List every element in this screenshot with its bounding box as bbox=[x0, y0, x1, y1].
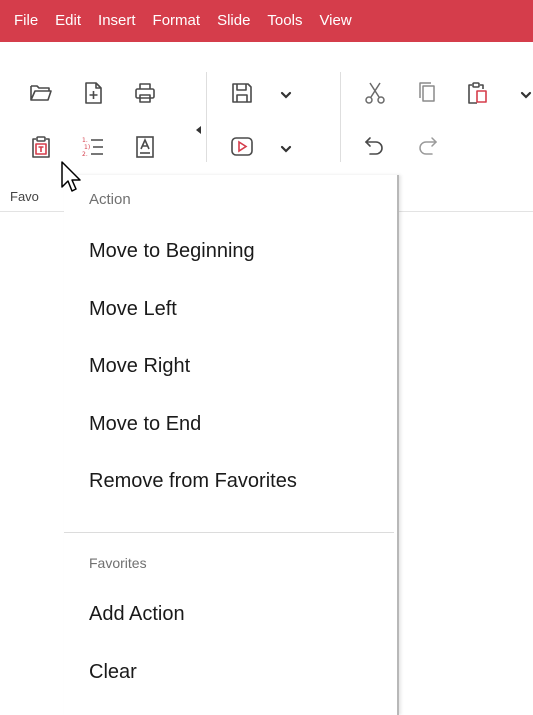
chevron-down-icon[interactable] bbox=[279, 142, 293, 156]
menu-item-move-left[interactable]: Move Left bbox=[89, 298, 177, 321]
menu-section-header-favorites: Favorites bbox=[89, 555, 147, 571]
svg-text:2.: 2. bbox=[82, 151, 88, 158]
copy-icon[interactable] bbox=[414, 80, 440, 106]
scroll-left-icon[interactable] bbox=[196, 126, 202, 134]
toolbar-group-label: Favo bbox=[10, 189, 39, 204]
menu-file[interactable]: File bbox=[14, 0, 38, 42]
slideshow-play-icon[interactable] bbox=[229, 134, 255, 160]
svg-text:1.: 1. bbox=[82, 137, 88, 144]
menu-item-move-to-beginning[interactable]: Move to Beginning bbox=[89, 240, 255, 263]
chevron-down-icon[interactable] bbox=[519, 88, 533, 102]
printer-icon[interactable] bbox=[132, 80, 158, 106]
toolbar-separator bbox=[340, 72, 341, 162]
folder-open-icon[interactable] bbox=[28, 80, 54, 106]
menu-item-clear[interactable]: Clear bbox=[89, 661, 137, 684]
menu-section-header-action: Action bbox=[89, 191, 131, 208]
save-icon[interactable] bbox=[229, 80, 255, 106]
redo-icon[interactable] bbox=[414, 134, 440, 160]
undo-icon[interactable] bbox=[362, 134, 388, 160]
menu-edit[interactable]: Edit bbox=[55, 0, 81, 42]
menu-format[interactable]: Format bbox=[153, 0, 201, 42]
numbered-list-icon[interactable]: 1. 1) 2. bbox=[80, 134, 106, 160]
text-box-icon[interactable] bbox=[132, 134, 158, 160]
mouse-cursor-icon bbox=[61, 161, 81, 192]
toolbar-separator bbox=[206, 72, 207, 162]
menu-view[interactable]: View bbox=[319, 0, 351, 42]
paste-text-icon[interactable] bbox=[28, 134, 54, 160]
menu-tools[interactable]: Tools bbox=[267, 0, 302, 42]
menu-item-remove-from-favorites[interactable]: Remove from Favorites bbox=[89, 470, 297, 493]
menu-slide[interactable]: Slide bbox=[217, 0, 250, 42]
menu-item-add-action[interactable]: Add Action bbox=[89, 603, 185, 626]
menu-separator bbox=[64, 532, 394, 533]
menu-insert[interactable]: Insert bbox=[98, 0, 136, 42]
menu-bar: File Edit Insert Format Slide Tools View bbox=[0, 0, 533, 42]
svg-text:1): 1) bbox=[84, 144, 90, 151]
menu-item-move-to-end[interactable]: Move to End bbox=[89, 413, 201, 436]
chevron-down-icon[interactable] bbox=[279, 88, 293, 102]
paste-icon[interactable] bbox=[464, 80, 490, 106]
menu-item-move-right[interactable]: Move Right bbox=[89, 355, 190, 378]
cut-icon[interactable] bbox=[362, 80, 388, 106]
context-menu: Action Move to Beginning Move Left Move … bbox=[64, 175, 399, 715]
new-document-icon[interactable] bbox=[80, 80, 106, 106]
